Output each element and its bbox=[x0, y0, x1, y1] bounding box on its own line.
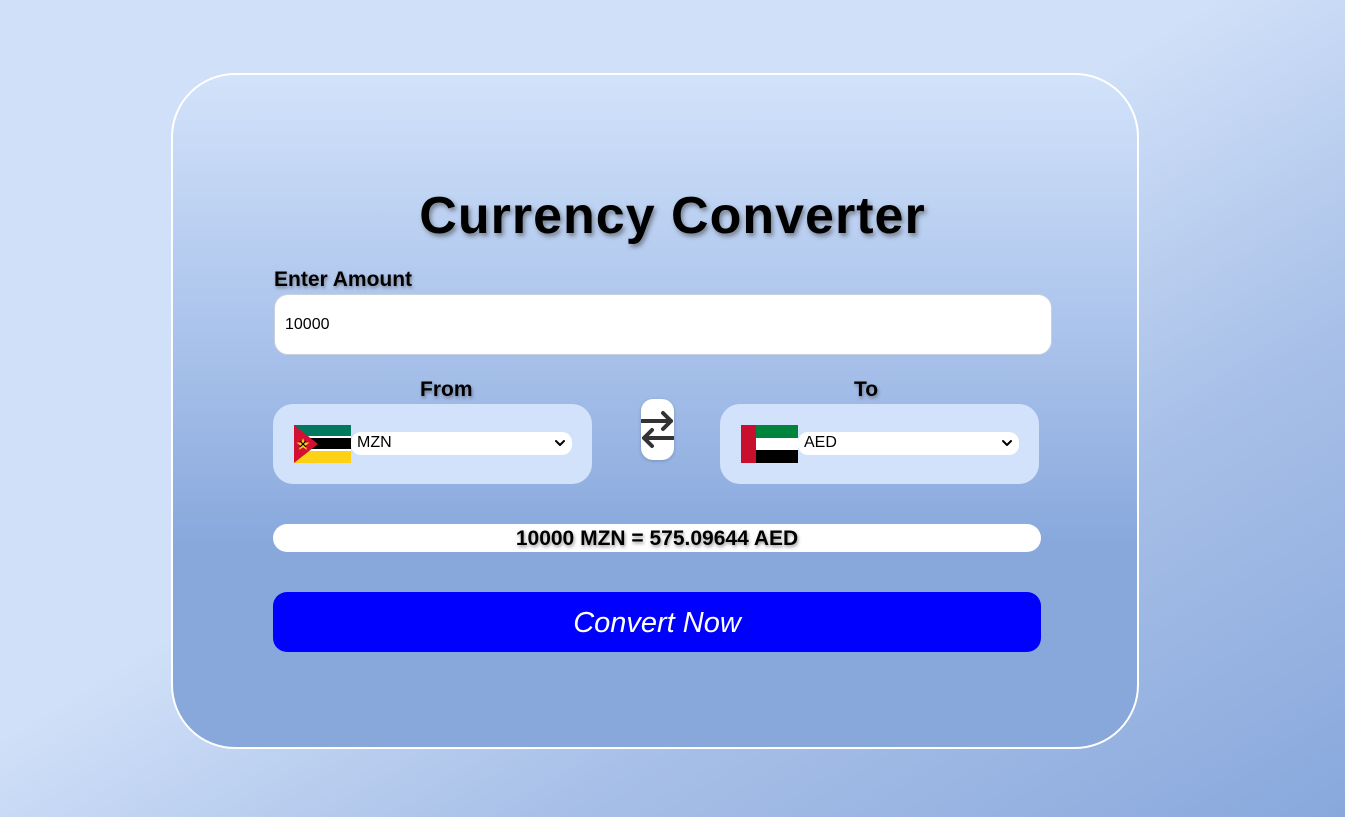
uae-flag-icon bbox=[741, 425, 798, 463]
amount-input[interactable] bbox=[274, 294, 1052, 355]
to-currency-container: AED bbox=[720, 404, 1039, 484]
to-currency-value: AED bbox=[804, 434, 837, 451]
to-currency-select[interactable]: AED bbox=[798, 432, 1019, 455]
chevron-down-icon bbox=[1002, 440, 1012, 446]
amount-label: Enter Amount bbox=[274, 268, 413, 291]
conversion-result: 10000 MZN = 575.09644 AED bbox=[273, 524, 1041, 552]
swap-arrows-icon bbox=[641, 411, 674, 448]
page-title: Currency Converter bbox=[419, 187, 926, 245]
to-label: To bbox=[854, 378, 879, 401]
chevron-down-icon bbox=[555, 440, 565, 446]
from-currency-value: MZN bbox=[357, 434, 392, 451]
swap-button[interactable] bbox=[641, 399, 674, 460]
mozambique-flag-icon bbox=[294, 425, 351, 463]
from-currency-container: MZN bbox=[273, 404, 592, 484]
convert-button[interactable]: Convert Now bbox=[273, 592, 1041, 652]
from-label: From bbox=[420, 378, 473, 401]
from-currency-select[interactable]: MZN bbox=[351, 432, 572, 455]
